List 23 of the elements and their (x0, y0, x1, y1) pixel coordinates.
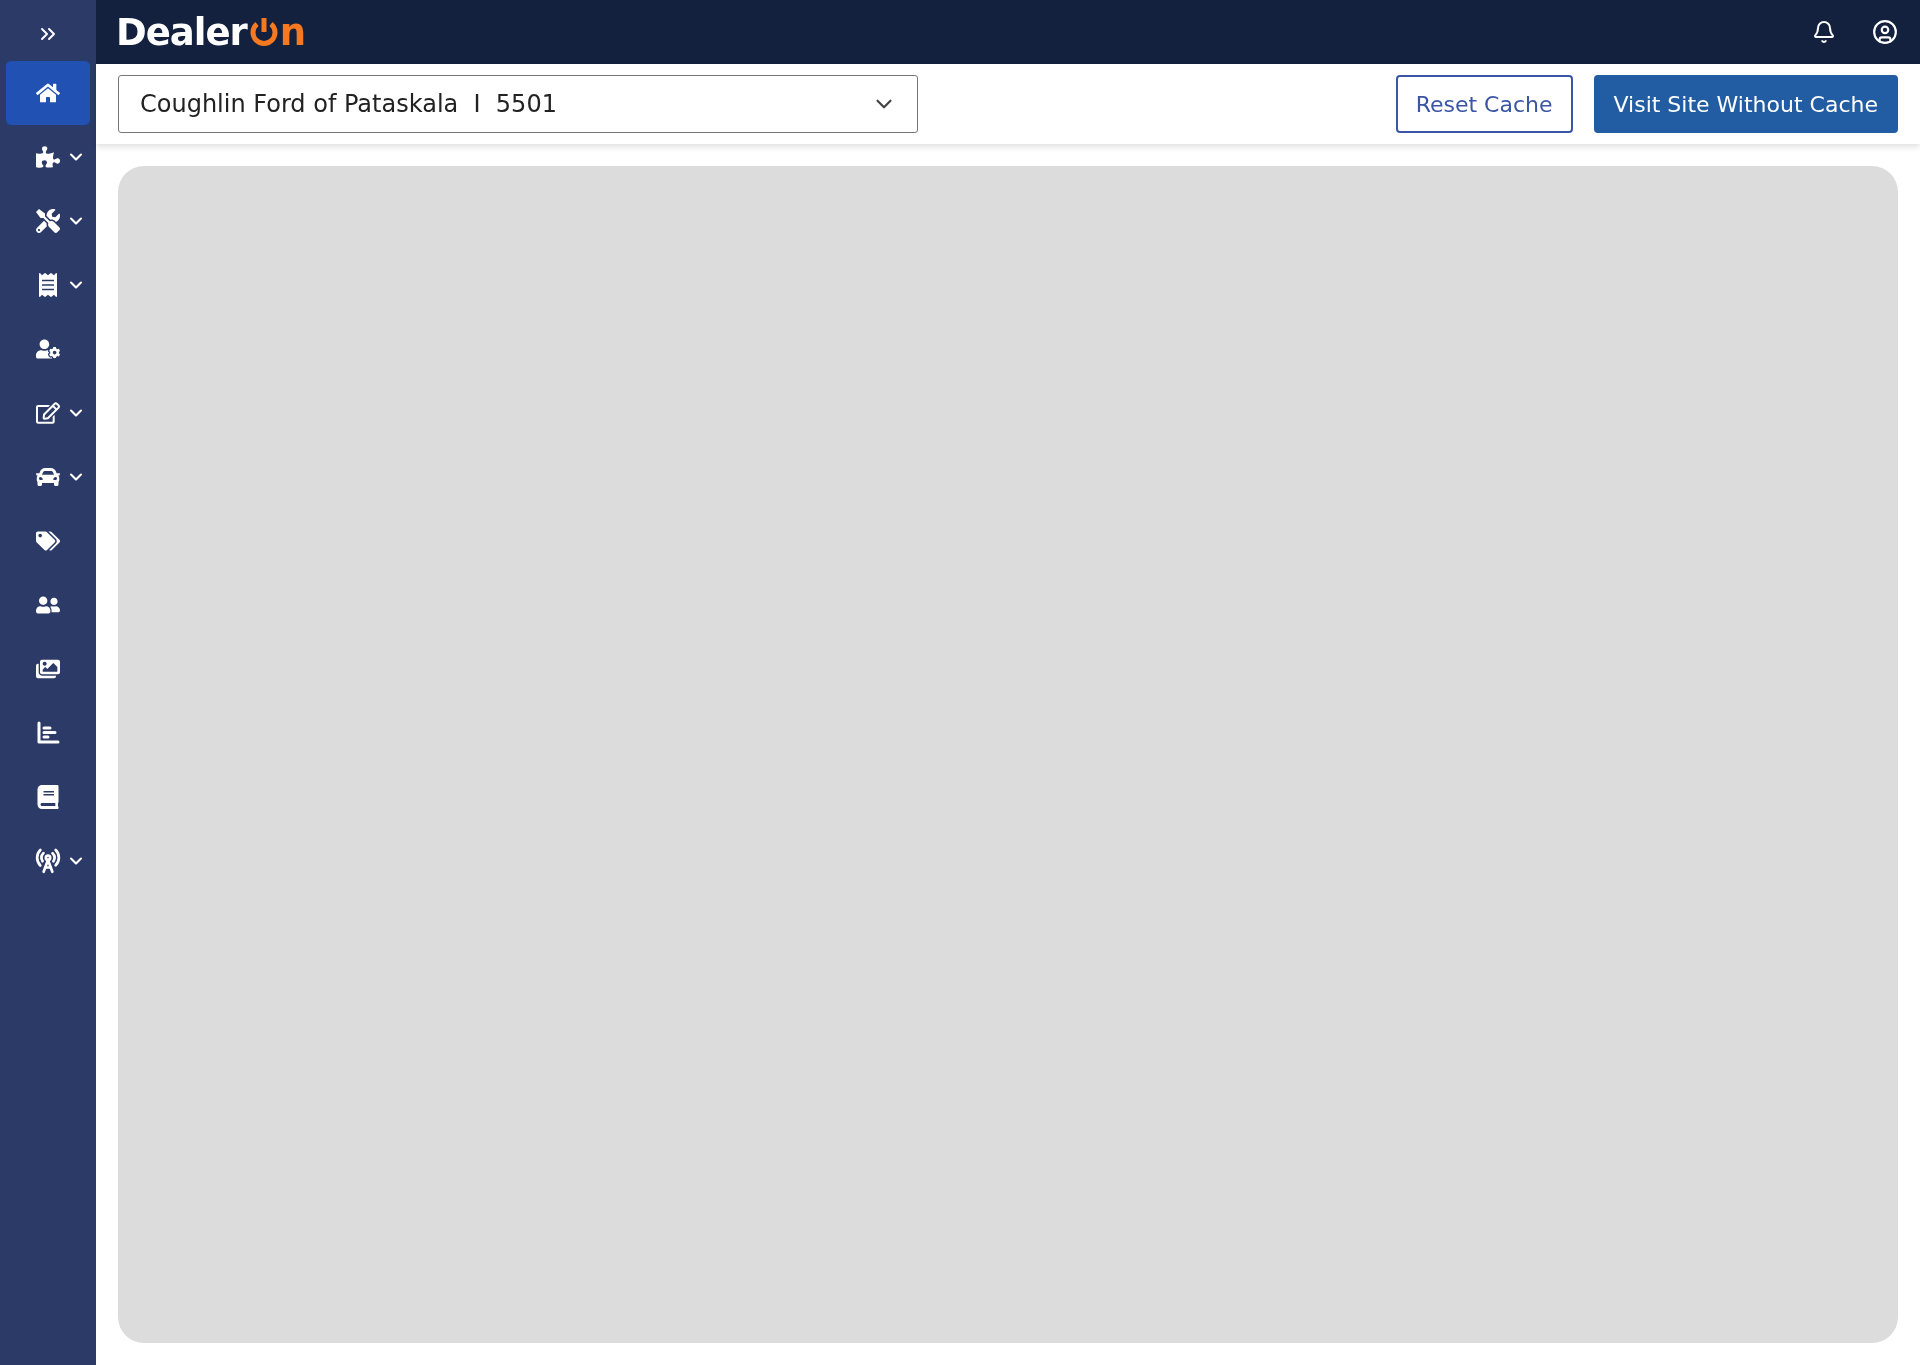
images-icon (36, 657, 60, 681)
tools-icon (36, 209, 60, 233)
bell-icon (1812, 20, 1836, 44)
antenna-icon (35, 848, 61, 874)
home-icon (36, 81, 60, 105)
nav-item[interactable] (6, 61, 90, 125)
tags-icon (36, 529, 60, 553)
reset-cache-button[interactable]: Reset Cache (1395, 75, 1573, 133)
car-icon (36, 465, 60, 489)
logo-text: n (279, 10, 306, 54)
visit-site-button[interactable]: Visit Site Without Cache (1593, 75, 1898, 133)
site-select[interactable]: Coughlin Ford of Pataskala I 5501 (118, 75, 918, 133)
puzzle-icon (36, 145, 60, 169)
power-icon (248, 17, 279, 47)
receipt-icon (36, 273, 60, 297)
chart-icon (36, 721, 60, 745)
book-icon (36, 785, 60, 809)
account-button[interactable] (1872, 19, 1898, 45)
edit-icon (36, 401, 60, 425)
notifications-button[interactable] (1812, 20, 1836, 44)
user-circle-icon (1872, 19, 1898, 45)
user-gear-icon (36, 337, 60, 361)
logo-text: Dealer (116, 10, 247, 54)
